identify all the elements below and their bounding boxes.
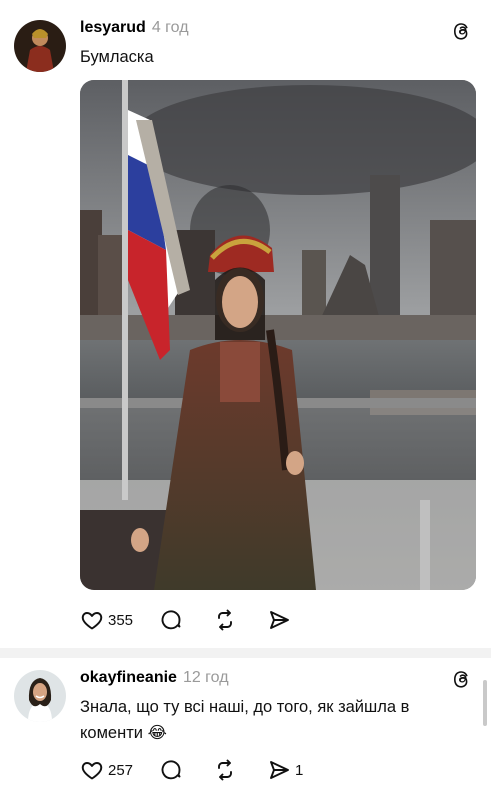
share-icon [270, 761, 289, 779]
repost-button[interactable] [213, 756, 241, 784]
like-button[interactable]: 355 [80, 606, 133, 634]
heart-icon [81, 762, 103, 780]
post-text: Бумласка [80, 48, 154, 66]
post-divider [0, 648, 491, 658]
repost-icon [218, 609, 232, 631]
share-icon [270, 611, 289, 629]
reply-avatar[interactable] [14, 670, 66, 722]
threads-logo-icon[interactable] [450, 19, 474, 43]
like-button[interactable]: 257 [80, 756, 133, 784]
reply-time: 12 год [182, 669, 229, 686]
username[interactable]: lesyarud [80, 19, 146, 36]
post-image[interactable] [80, 80, 476, 590]
share-button[interactable]: 1 [267, 756, 303, 784]
avatar[interactable] [14, 20, 66, 72]
share-button[interactable] [267, 606, 295, 634]
threads-logo-icon[interactable] [450, 667, 474, 691]
reply-meta: okayfineanie 12 год [80, 668, 229, 688]
post-meta: lesyarud 4 год [80, 18, 189, 38]
post-time: 4 год [151, 19, 189, 36]
reply-actions: 257 1 [80, 756, 329, 784]
comment-icon [161, 760, 181, 780]
repost-button[interactable] [213, 606, 241, 634]
comment-button[interactable] [159, 756, 187, 784]
repost-icon [218, 759, 232, 781]
comment-icon [161, 610, 181, 630]
share-count: 1 [295, 761, 304, 779]
heart-icon [81, 612, 103, 630]
like-count: 257 [108, 761, 134, 779]
reply-username[interactable]: okayfineanie [80, 669, 177, 686]
like-count: 355 [108, 611, 134, 629]
scrollbar[interactable] [483, 680, 487, 726]
post-actions: 355 [80, 606, 321, 634]
comment-button[interactable] [159, 606, 187, 634]
reply-text: Знала, що ту всі наші, до того, як зайшл… [80, 698, 410, 742]
